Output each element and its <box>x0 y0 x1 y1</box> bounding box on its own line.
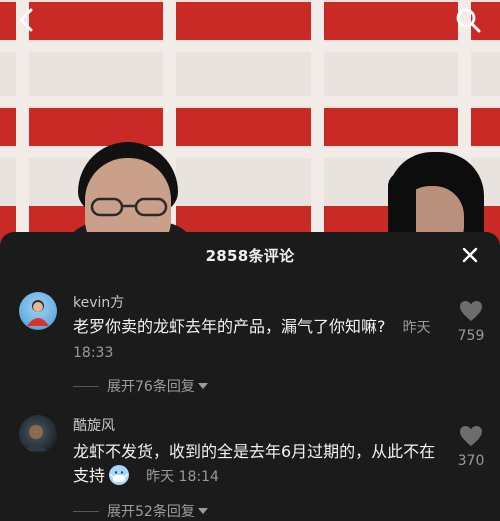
expand-replies-button[interactable]: 展开76条回复 <box>73 376 208 396</box>
backdrop-beam <box>0 42 500 52</box>
backdrop-beam <box>0 96 500 106</box>
expand-replies-label: 展开76条回复 <box>107 379 195 395</box>
comment-item: 酷旋风 龙虾不发货，收到的全是去年6月过期的，从此不在支持 昨天 18:14 展… <box>0 413 500 521</box>
comment-sheet-header: 2858条评论 <box>0 232 500 278</box>
comment-item: kevin方 老罗你卖的龙虾去年的产品，漏气了你知嘛? 昨天 18:33 展开7… <box>0 290 500 408</box>
backdrop-post <box>16 0 29 245</box>
comment-time: 昨天 18:14 <box>146 469 219 485</box>
heart-icon <box>460 301 482 321</box>
caret-down-icon <box>197 508 208 514</box>
avatar-figure-icon <box>27 300 49 326</box>
comment-text: 龙虾不发货，收到的全是去年6月过期的，从此不在支持 昨天 18:14 <box>73 440 441 489</box>
video-player[interactable] <box>0 0 500 245</box>
avatar[interactable] <box>19 292 57 330</box>
search-button[interactable] <box>454 6 482 34</box>
like-count: 370 <box>457 453 485 469</box>
glasses-icon <box>90 197 168 217</box>
comment-sheet: 2858条评论 kevin方 老罗你卖的龙虾去年的产品，漏气了你知嘛? 昨天 1… <box>0 232 500 521</box>
backdrop-stripe <box>0 2 500 40</box>
like-button[interactable]: 370 <box>449 425 493 469</box>
avatar-figure-icon <box>25 425 47 451</box>
reply-divider <box>73 510 99 512</box>
comment-body: 老罗你卖的龙虾去年的产品，漏气了你知嘛? <box>73 317 386 336</box>
comment-username[interactable]: 酷旋风 <box>73 415 115 435</box>
like-button[interactable]: 759 <box>449 300 493 344</box>
search-icon <box>456 8 481 33</box>
close-icon <box>462 247 478 263</box>
heart-icon <box>460 426 482 446</box>
masked-face-icon <box>109 465 130 485</box>
caret-down-icon <box>197 383 208 389</box>
expand-replies-label: 展开52条回复 <box>107 504 195 520</box>
comment-text: 老罗你卖的龙虾去年的产品，漏气了你知嘛? 昨天 18:33 <box>73 315 441 365</box>
backdrop-stripe <box>0 108 500 146</box>
backdrop-post <box>311 0 324 245</box>
comment-count-title: 2858条评论 <box>205 246 295 265</box>
close-button[interactable] <box>458 243 482 267</box>
like-count: 759 <box>457 328 485 344</box>
avatar[interactable] <box>19 415 57 453</box>
comment-username[interactable]: kevin方 <box>73 292 124 312</box>
chevron-left-icon <box>19 8 33 32</box>
reply-divider <box>73 385 99 387</box>
back-button[interactable] <box>12 6 40 34</box>
expand-replies-button[interactable]: 展开52条回复 <box>73 501 208 521</box>
